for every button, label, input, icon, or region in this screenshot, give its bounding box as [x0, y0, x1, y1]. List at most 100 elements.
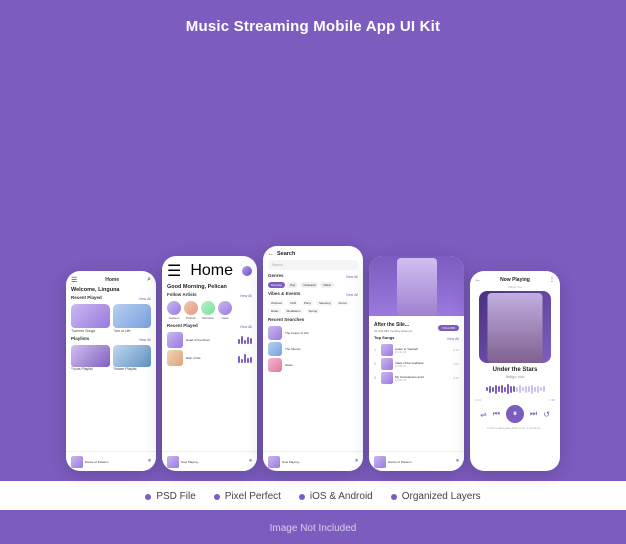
waveform: [475, 382, 555, 396]
view-all-playlists[interactable]: View All: [139, 338, 151, 342]
feature-pixel: Pixel Perfect: [214, 491, 281, 502]
np-controls-3[interactable]: ⏸: [355, 458, 358, 465]
genres-row: Genres View All: [268, 273, 358, 280]
recent-played-row-2: Recent Played View All: [167, 323, 252, 330]
rs-item-2: The Silence: [268, 342, 358, 356]
total-time: 4:38: [549, 398, 555, 402]
follow-button[interactable]: FOLLOW: [438, 325, 459, 331]
w6: [501, 385, 503, 393]
view-all-recent[interactable]: View All: [139, 297, 151, 301]
np-text-3: Now Playing...: [282, 460, 353, 464]
vibe-spring[interactable]: Spring: [306, 308, 321, 314]
phone-3: ← Search Search Genres View All Hip-Hop …: [263, 246, 363, 471]
vibe-focus[interactable]: Focus: [336, 300, 350, 306]
w9: [510, 386, 512, 393]
vibe-sleeping[interactable]: Sleeping: [316, 300, 334, 306]
feature-ios: iOS & Android: [299, 491, 373, 502]
play-button[interactable]: ⏸: [506, 405, 524, 423]
artist-avatar-4: [218, 301, 232, 315]
search-icon[interactable]: ⌕: [147, 276, 151, 284]
playlist-cards: Focus Playlist Shower Playlist: [71, 345, 151, 371]
vibe-workout[interactable]: Workout: [268, 300, 285, 306]
vibe-relax[interactable]: Relax: [268, 308, 282, 314]
view-all-songs[interactable]: View All: [447, 337, 459, 341]
artist-3: Montana: [201, 301, 215, 320]
ri-text-2-1: Head of the Road: [186, 338, 210, 342]
np-thumb-2: [167, 456, 179, 468]
now-playing-title: Now Playing: [500, 277, 530, 283]
prev-icon[interactable]: ⏮: [493, 409, 500, 419]
rs-text-2: The Silence: [285, 347, 301, 351]
w8: [507, 384, 509, 394]
mini-player-4: Dance of Passion ⏸: [369, 451, 464, 471]
bar8: [244, 354, 246, 363]
ri-thumb-2-1: [167, 332, 183, 348]
back-icon-5[interactable]: ←: [475, 277, 481, 283]
song-dur-1: 3:12: [453, 348, 459, 352]
song-item-3: 3 My Companions and I 10,231,01 3:45: [374, 372, 459, 384]
screen-3: ← Search Search Genres View All Hip-Hop …: [263, 246, 363, 471]
genre-hiphop[interactable]: Hip-Hop: [268, 282, 285, 288]
np-thumb-4: [374, 456, 386, 468]
card-label-1: Summer Songs: [71, 329, 110, 333]
feature-dot-pixel: [214, 494, 220, 500]
phone-2: ☰ Home Good Morning, Pelican Follow Arti…: [162, 256, 257, 471]
np-controls-1[interactable]: ⏸: [148, 458, 151, 465]
next-icon[interactable]: ⏭: [530, 409, 537, 419]
back-icon-3[interactable]: ←: [268, 251, 274, 257]
view-all-artists[interactable]: View All: [240, 294, 252, 298]
more-icon-5[interactable]: ⋮: [549, 276, 555, 283]
song-thumb-2: [381, 358, 393, 370]
card-label-2: Flow of Life: [113, 329, 152, 333]
search-box[interactable]: Search: [268, 260, 358, 270]
np-thumb-3: [268, 456, 280, 468]
follow-artists-label: Follow Artists: [167, 292, 197, 297]
ri-text-2-2: Rain of Me: [186, 356, 201, 360]
recent-searches-row: Recent Searches: [268, 317, 358, 324]
song-info-3: My Companions and I 10,231,01: [395, 375, 451, 382]
follow-artists-row: Follow Artists View All: [167, 292, 252, 299]
vibe-meditation[interactable]: Meditation: [284, 308, 304, 314]
repeat-icon[interactable]: ↺: [543, 410, 550, 419]
card-1: Summer Songs: [71, 304, 110, 333]
topbar-2: ☰ Home: [167, 261, 252, 281]
top-songs-row: Top Songs View All: [374, 335, 459, 342]
page-title: Music Streaming Mobile App UI Kit: [10, 18, 616, 35]
np-controls-2[interactable]: ⏸: [249, 458, 252, 465]
artist-name-np: Indigo Vox: [475, 374, 555, 379]
w11: [516, 387, 518, 392]
artist-avatar-1: [167, 301, 181, 315]
song-dur-3: 3:45: [453, 376, 459, 380]
genres-label: Genres: [268, 273, 284, 278]
genre-pop[interactable]: Pop: [287, 282, 298, 288]
pl-img-1: [71, 345, 110, 367]
genre-metal[interactable]: Metal: [320, 282, 333, 288]
song-thumb-3: [381, 372, 393, 384]
view-all-vibes[interactable]: View All: [346, 293, 358, 297]
rs-text-1: The Colors of Life: [285, 331, 309, 335]
menu-icon[interactable]: ☰: [71, 276, 77, 284]
artist-name-main: After the Sile... 32,423,983 monthly lis…: [374, 322, 412, 333]
shuffle-icon[interactable]: ⇌: [480, 410, 487, 419]
bar10: [250, 357, 252, 363]
recent-cards: Summer Songs Flow of Life: [71, 304, 151, 333]
followers-count: 32,423,983 monthly listeners: [374, 329, 412, 333]
np-controls-4[interactable]: ⏸: [456, 458, 459, 465]
topbar-1: ☰ Home ⌕: [71, 276, 151, 284]
vibe-chill[interactable]: Chill: [287, 300, 299, 306]
phone-1: ☰ Home ⌕ Welcome, Linguna Recent Played …: [66, 271, 156, 471]
bar4: [247, 337, 249, 344]
vibe-party[interactable]: Party: [301, 300, 314, 306]
genre-classical[interactable]: Classical: [300, 282, 318, 288]
artist-row: Jackson Pelican Montana Haas: [167, 301, 252, 320]
w12: [519, 385, 521, 393]
w16: [531, 385, 533, 394]
view-all-genres[interactable]: View All: [346, 275, 358, 279]
song-num-2: 2: [374, 362, 379, 366]
bar6: [238, 356, 240, 363]
bar5: [250, 338, 252, 344]
menu-icon-2[interactable]: ☰: [167, 261, 181, 281]
recent-searches-label: Recent Searches: [268, 317, 304, 322]
w19: [540, 387, 542, 391]
view-all-recent-2[interactable]: View All: [240, 325, 252, 329]
